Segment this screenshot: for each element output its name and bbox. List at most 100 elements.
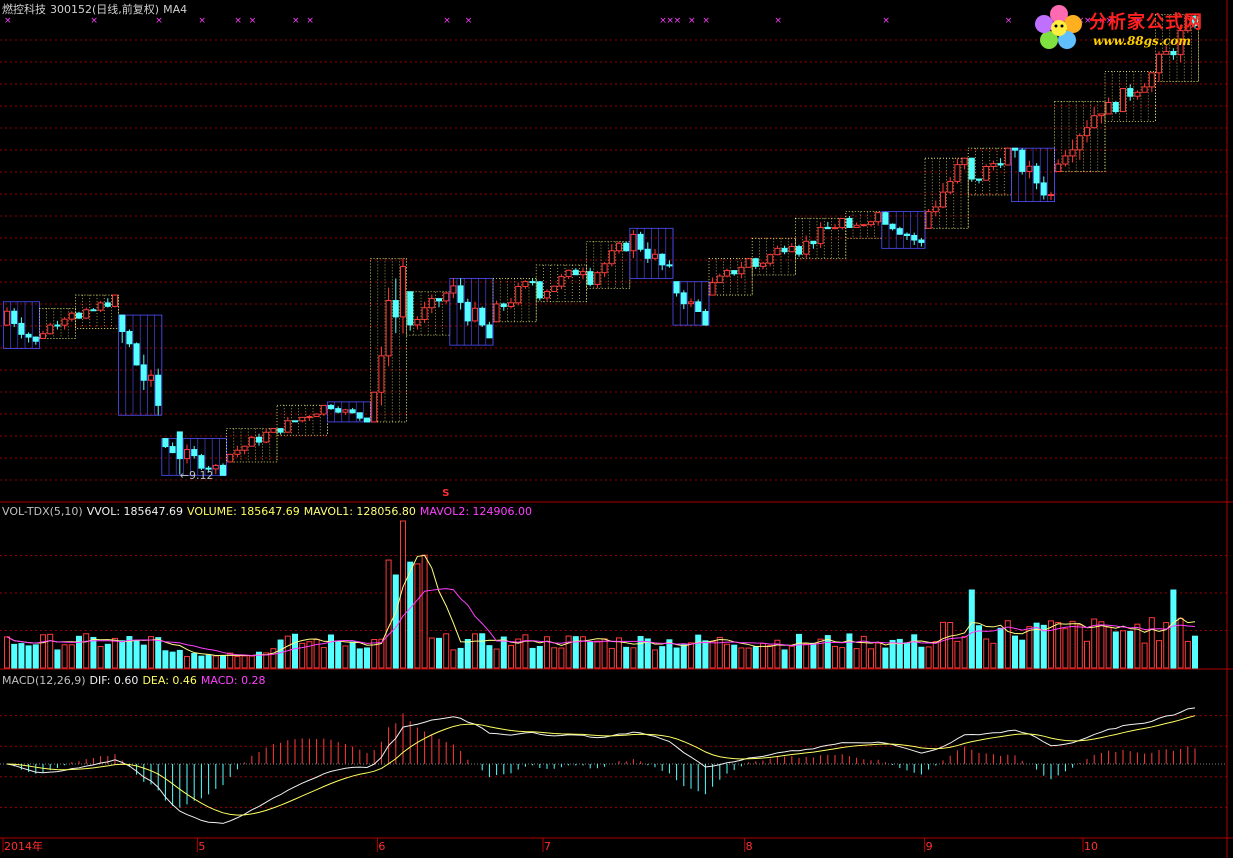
candle-body: [1098, 113, 1105, 117]
volume-bar: [536, 645, 543, 669]
date-axis-label: 2014年: [4, 840, 43, 853]
candle-body: [1084, 127, 1090, 137]
candle-body: [947, 180, 954, 193]
macd-dea: DEA: 0.46: [142, 674, 197, 687]
low-price-value: 9.12: [189, 468, 214, 482]
volume-bar: [990, 642, 997, 669]
candle-body: [846, 217, 853, 228]
volume-bar: [1062, 628, 1069, 669]
candle-body: [1148, 72, 1155, 88]
volume-bar: [904, 642, 910, 669]
candle-body: [40, 333, 46, 339]
volume-bar: [716, 636, 723, 669]
logo-name: 分析家公式网: [1089, 12, 1203, 33]
candle-body: [76, 312, 82, 319]
top-signal-marker: ×: [292, 16, 300, 26]
volume-bar: [1112, 631, 1119, 669]
candle-body: [536, 281, 543, 299]
candle-body: [781, 247, 788, 253]
candle-body: [515, 286, 522, 304]
candle-body: [601, 263, 608, 274]
volume-bar: [428, 637, 435, 669]
candle-body: [508, 302, 514, 308]
candle-body: [673, 281, 680, 294]
volume-bar: [270, 648, 277, 669]
candle-body: [983, 165, 990, 181]
candle-body: [270, 428, 277, 433]
candle-body: [277, 428, 284, 433]
candle-body: [299, 416, 306, 422]
date-axis-label: 6: [378, 840, 386, 853]
candle-body: [594, 272, 601, 285]
volume-bar: [760, 642, 766, 669]
volume-bar: [846, 633, 853, 669]
volume-bar: [155, 637, 162, 669]
candle-body: [385, 300, 392, 357]
volume-bar: [925, 646, 932, 669]
volume-header: VOL-TDX(5,10) VVOL: 185647.69 VOLUME: 1856…: [2, 505, 536, 518]
volume-bar: [148, 636, 154, 669]
volume-bar: [551, 647, 558, 669]
volume-bar: [140, 644, 147, 669]
candle-body: [486, 324, 493, 339]
candle-body: [817, 226, 824, 245]
volume-bar: [1069, 620, 1076, 669]
candle-body: [752, 258, 759, 267]
flower-logo-icon: [1035, 5, 1082, 49]
volume-bar: [680, 644, 687, 669]
volume-bar: [623, 646, 630, 669]
volume-bar: [587, 641, 594, 669]
candle-body: [688, 301, 694, 305]
candle-body: [320, 404, 327, 415]
volume-bar: [457, 647, 464, 669]
chart-canvas[interactable]: ×××××××××××××××××××××××××: [0, 0, 1233, 858]
volume-bar: [205, 654, 212, 669]
volume-bar: [104, 643, 111, 669]
candle-body: [313, 413, 320, 418]
candle-body: [760, 262, 766, 267]
candle-body: [212, 464, 219, 470]
candle-body: [1156, 53, 1162, 74]
candle-body: [911, 235, 918, 241]
candle-body: [1105, 102, 1112, 115]
candle-body: [1055, 163, 1062, 173]
volume-bar: [752, 646, 759, 669]
candle-body: [1048, 194, 1054, 197]
top-signal-marker: ×: [198, 16, 206, 26]
candle-body: [407, 291, 414, 326]
candle-body: [284, 420, 291, 433]
volume-bar: [54, 649, 61, 669]
volume-bar: [565, 635, 572, 669]
candle-body: [248, 436, 255, 447]
candle-body: [61, 318, 68, 326]
candle-body: [349, 409, 356, 414]
candle-body: [551, 285, 558, 292]
vol-mavol1: MAVOL1: 128056.80: [303, 505, 416, 518]
volume-bar: [824, 635, 831, 669]
volume-bar: [191, 653, 198, 669]
volume-bar: [630, 647, 637, 669]
volume-bar: [176, 649, 183, 669]
candle-body: [472, 307, 478, 322]
volume-bar: [248, 655, 255, 669]
candle-body: [83, 309, 90, 319]
volume-bar: [292, 633, 298, 669]
volume-bar: [875, 642, 882, 669]
volume-bar: [673, 647, 680, 669]
stock-code: 300152: [50, 3, 92, 16]
volume-bar: [702, 640, 709, 669]
volume-bar: [284, 635, 291, 669]
stock-period: (日线,前复权): [92, 3, 160, 16]
candle-body: [853, 224, 860, 228]
volume-bar: [76, 635, 82, 669]
volume-bar: [810, 642, 817, 669]
macd-dif: DIF: 0.60: [89, 674, 139, 687]
top-signal-marker: ×: [4, 16, 12, 26]
candle-body: [558, 276, 565, 287]
volume-bar: [479, 633, 486, 669]
top-signal-marker: ×: [465, 16, 473, 26]
top-signal-marker: ×: [306, 16, 314, 26]
volume-bar: [983, 638, 990, 669]
candle-body: [428, 298, 435, 309]
volume-bar: [522, 634, 529, 669]
